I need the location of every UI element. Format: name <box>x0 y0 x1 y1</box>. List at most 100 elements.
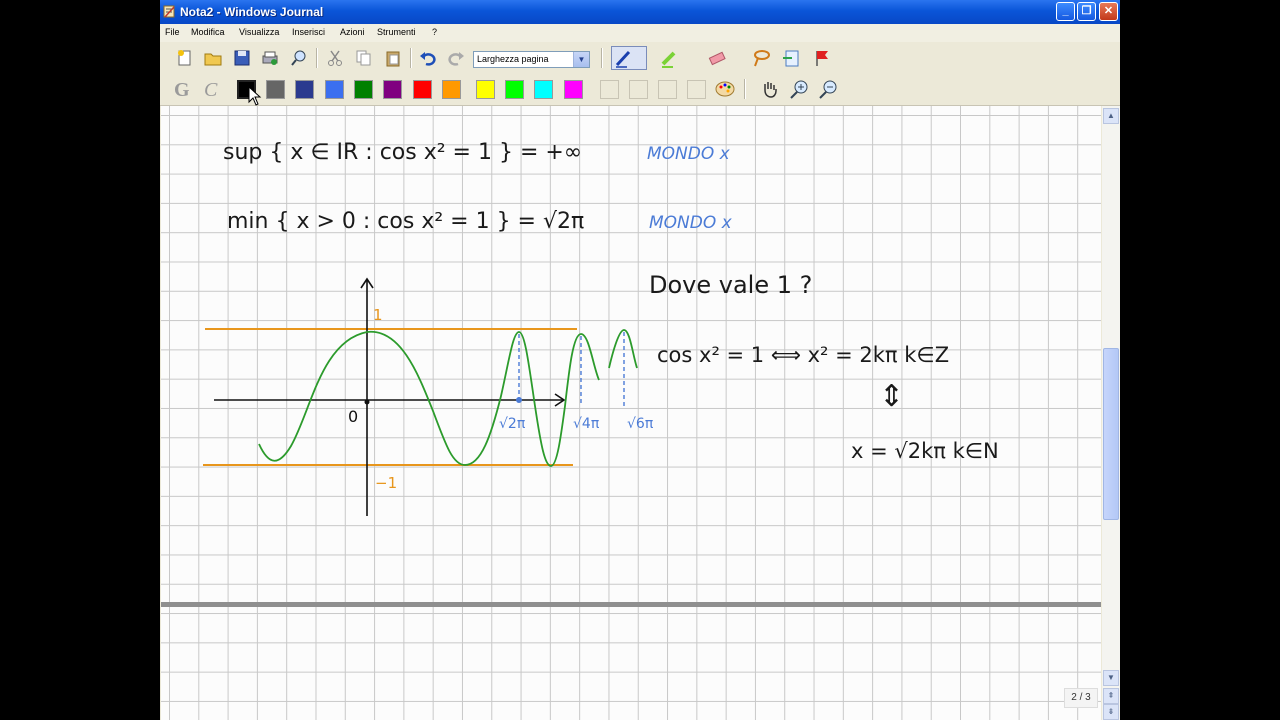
open-button[interactable] <box>202 47 224 69</box>
menu-modifica[interactable]: Modifica <box>191 27 225 37</box>
format-g-button[interactable]: G <box>172 78 194 100</box>
redo-icon <box>448 52 464 66</box>
menu-azioni[interactable]: Azioni <box>340 27 365 37</box>
line2-tag: MONDO x <box>649 213 733 233</box>
find-button[interactable] <box>288 47 310 69</box>
next-page-icon[interactable]: ⇟ <box>1103 704 1119 720</box>
custom-color-slot[interactable] <box>629 80 648 99</box>
journal-app-icon <box>163 5 175 18</box>
color-swatch-9[interactable] <box>476 80 495 99</box>
pen-tool-button[interactable] <box>611 46 647 70</box>
c-letter-icon: C <box>204 79 218 100</box>
color-swatch-6[interactable] <box>383 80 402 99</box>
color-swatch-4[interactable] <box>325 80 344 99</box>
iff-arrow: ⇕ <box>879 379 904 414</box>
menu-visualizza[interactable]: Visualizza <box>239 27 279 37</box>
color-picker-button[interactable] <box>714 78 736 100</box>
color-swatch-12[interactable] <box>564 80 583 99</box>
close-button[interactable]: ✕ <box>1099 2 1118 21</box>
menu-file[interactable]: File <box>165 27 180 37</box>
insert-space-button[interactable] <box>780 47 802 69</box>
root2-label: √4π <box>573 416 600 432</box>
floppy-icon <box>234 50 250 66</box>
chevron-down-icon[interactable]: ▼ <box>573 52 589 67</box>
upper-bound-label: 1 <box>373 306 383 324</box>
toolbar-separator <box>410 48 412 68</box>
eraser-icon <box>708 51 726 66</box>
zoom-out-button[interactable] <box>817 78 839 100</box>
flag-icon <box>816 51 828 66</box>
toolbar-separator <box>744 79 746 99</box>
new-note-button[interactable] <box>174 47 196 69</box>
standard-toolbar: Larghezza pagina ▼ <box>160 43 1120 74</box>
ink-layer: sup { x ∈ IR : cos x² = 1 } = +∞ MONDO x… <box>203 140 999 516</box>
toolbar-separator <box>316 48 318 68</box>
color-swatch-3[interactable] <box>295 80 314 99</box>
color-swatch-2[interactable] <box>266 80 285 99</box>
lasso-tool-button[interactable] <box>750 47 772 69</box>
color-swatch-5[interactable] <box>354 80 373 99</box>
new-page-icon <box>178 50 191 66</box>
eraser-tool-button[interactable] <box>706 47 728 69</box>
lower-bound-label: −1 <box>375 474 397 492</box>
flag-button[interactable] <box>812 47 834 69</box>
solution-text: x = √2kπ k∈N <box>851 439 999 463</box>
color-swatch-10[interactable] <box>505 80 524 99</box>
zoom-select[interactable]: Larghezza pagina ▼ <box>473 51 590 68</box>
vertical-scrollbar[interactable]: ▲ ▼ ⇞ ⇟ <box>1102 106 1120 720</box>
minimize-button[interactable]: _ <box>1056 2 1075 21</box>
scissors-icon <box>328 50 342 66</box>
pan-button[interactable] <box>759 78 781 100</box>
scroll-down-icon[interactable]: ▼ <box>1103 670 1119 686</box>
color-swatch-7[interactable] <box>413 80 432 99</box>
app-window: Nota2 - Windows Journal _ ❐ ✕ File Modif… <box>160 0 1120 720</box>
scroll-thumb[interactable] <box>1103 348 1119 520</box>
menu-inserisci[interactable]: Inserisci <box>292 27 325 37</box>
previous-page-icon[interactable]: ⇞ <box>1103 688 1119 704</box>
print-button[interactable] <box>259 47 281 69</box>
color-swatch-8[interactable] <box>442 80 461 99</box>
copy-button[interactable] <box>353 47 375 69</box>
printer-icon <box>262 51 278 65</box>
question-text: Dove vale 1 ? <box>649 271 812 299</box>
root1-point <box>516 397 522 403</box>
root3-label: √6π <box>627 416 654 432</box>
svg-text:C: C <box>204 79 218 100</box>
note-page[interactable]: sup { x ∈ IR : cos x² = 1 } = +∞ MONDO x… <box>161 106 1101 720</box>
menu-help[interactable]: ? <box>432 27 437 37</box>
menu-bar: File Modifica Visualizza Inserisci Azion… <box>160 24 1120 42</box>
highlighter-tool-button[interactable] <box>658 47 680 69</box>
origin-point <box>364 399 370 405</box>
line1-tag: MONDO x <box>647 144 731 164</box>
window-title: Nota2 - Windows Journal <box>180 5 324 19</box>
undo-button[interactable] <box>417 47 439 69</box>
undo-icon <box>420 52 436 66</box>
redo-button[interactable] <box>445 47 467 69</box>
menu-strumenti[interactable]: Strumenti <box>377 27 416 37</box>
folder-icon <box>204 53 222 66</box>
hand-icon <box>764 82 777 98</box>
toolbar-separator <box>601 48 603 68</box>
origin-label: 0 <box>348 407 358 426</box>
title-bar[interactable]: Nota2 - Windows Journal _ ❐ ✕ <box>160 0 1120 24</box>
zoom-out-icon <box>819 80 837 99</box>
zoom-value: Larghezza pagina <box>477 54 549 64</box>
paste-button[interactable] <box>382 47 404 69</box>
page-indicator: 2 / 3 <box>1064 688 1098 708</box>
custom-color-slot[interactable] <box>600 80 619 99</box>
restore-button[interactable]: ❐ <box>1077 2 1096 21</box>
save-button[interactable] <box>231 47 253 69</box>
line2-expression: min { x > 0 : cos x² = 1 } = √2π <box>227 209 584 234</box>
format-c-button[interactable]: C <box>202 78 224 100</box>
mouse-cursor-icon <box>248 86 262 106</box>
custom-color-slot[interactable] <box>687 80 706 99</box>
scroll-up-icon[interactable]: ▲ <box>1103 108 1119 124</box>
svg-text:G: G <box>174 79 190 100</box>
cut-button[interactable] <box>324 47 346 69</box>
graph: 1 −1 0 √2π √4π √6π <box>203 277 654 516</box>
zoom-in-button[interactable] <box>788 78 810 100</box>
line1-expression: sup { x ∈ IR : cos x² = 1 } = +∞ <box>223 140 582 165</box>
custom-color-slot[interactable] <box>658 80 677 99</box>
equivalence-text: cos x² = 1 ⟺ x² = 2kπ k∈Z <box>657 343 949 367</box>
color-swatch-11[interactable] <box>534 80 553 99</box>
